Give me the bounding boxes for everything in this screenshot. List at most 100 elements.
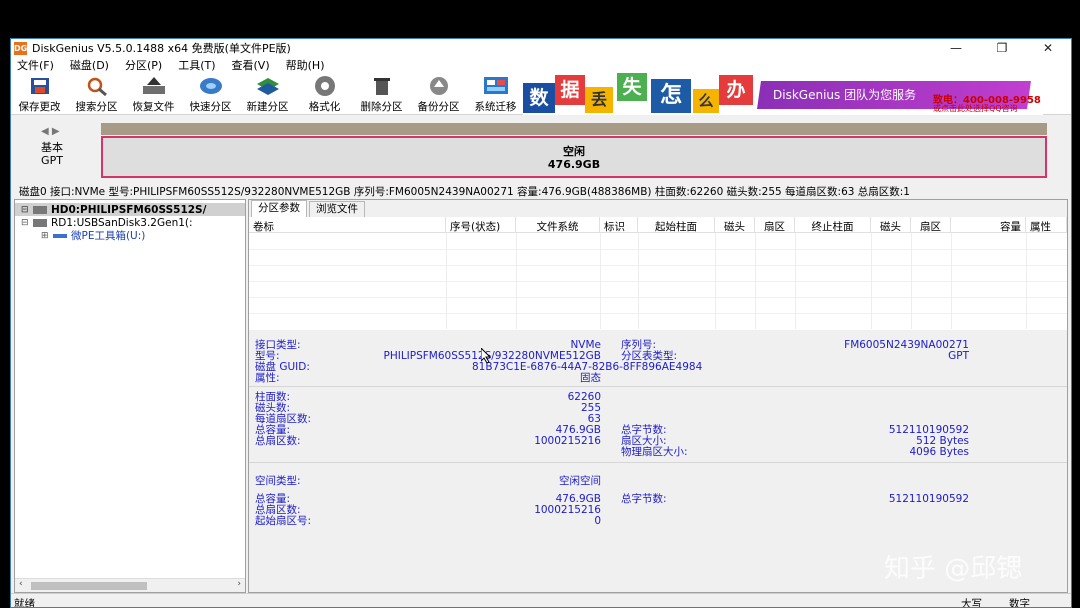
- free-space-label: 空闲: [563, 145, 585, 158]
- format-button[interactable]: 格式化: [296, 73, 353, 114]
- param-free-bytes-label: 总字节数:: [621, 493, 667, 505]
- disk-tree: ⊟ HD0:PHILIPSFM60SS512S/ ⊟ RD1:USBSanDis…: [14, 199, 246, 593]
- tool-label: 备份分区: [417, 101, 460, 113]
- disk-icon: [33, 218, 47, 227]
- tool-label: 删除分区: [360, 101, 403, 113]
- disk-type-info: 基本 GPT: [41, 141, 63, 167]
- param-heads-value: 255: [580, 402, 601, 414]
- recover-files-button[interactable]: 恢复文件: [125, 73, 182, 114]
- expand-icon[interactable]: ⊞: [41, 231, 53, 241]
- caps-lock-indicator: 大写: [961, 598, 982, 608]
- promo-banner[interactable]: 数 据 丢 失 怎 么 办 DiskGenius 团队为您服务 致电：400-0…: [523, 73, 1043, 115]
- delete-partition-button[interactable]: 删除分区: [353, 73, 410, 114]
- param-start-sector-value: 0: [594, 515, 601, 527]
- disk-type: 基本: [41, 141, 63, 154]
- minimize-button[interactable]: —: [933, 39, 979, 57]
- col-filesystem[interactable]: 文件系统: [516, 217, 600, 232]
- col-attributes[interactable]: 属性: [1026, 217, 1067, 232]
- window-title: DiskGenius V5.5.0.1488 x64 免费版(单文件PE版): [32, 42, 291, 55]
- menu-help[interactable]: 帮助(H): [286, 57, 325, 73]
- save-changes-button[interactable]: 保存更改: [11, 73, 68, 114]
- banner-slogan: DiskGenius 团队为您服务: [773, 88, 917, 102]
- col-capacity[interactable]: 容量: [951, 217, 1026, 232]
- col-index-status[interactable]: 序号(状态): [446, 217, 516, 232]
- backup-icon: [426, 75, 452, 97]
- tree-horizontal-scrollbar[interactable]: ‹ ›: [15, 578, 245, 592]
- scroll-left-icon[interactable]: ‹: [19, 579, 23, 589]
- tool-label: 快速分区: [189, 101, 232, 113]
- menu-disk[interactable]: 磁盘(D): [70, 57, 109, 73]
- partition-icon: [53, 233, 67, 238]
- new-partition-button[interactable]: 新建分区: [239, 73, 296, 114]
- disk-nav-arrows[interactable]: ◀ ▶: [41, 126, 60, 137]
- tree-item-hd0[interactable]: ⊟ HD0:PHILIPSFM60SS512S/: [15, 203, 245, 216]
- col-id[interactable]: 标识: [600, 217, 638, 232]
- disk-info-line: 磁盘0 接口:NVMe 型号:PHILIPSFM60SS512S/932280N…: [11, 184, 1071, 198]
- scroll-thumb[interactable]: [31, 582, 147, 590]
- tool-label: 格式化: [308, 101, 341, 113]
- partition-table-type: GPT: [41, 154, 63, 167]
- col-end-sector[interactable]: 扇区: [911, 217, 951, 232]
- partition-table-body[interactable]: [249, 233, 1067, 329]
- banner-qq-link[interactable]: 或点击此处选择QQ咨询: [933, 103, 1018, 114]
- save-icon: [27, 75, 53, 97]
- param-attribute-label: 属性:: [255, 372, 280, 384]
- menu-bar: 文件(F) 磁盘(D) 分区(P) 工具(T) 查看(V) 帮助(H): [11, 57, 1071, 73]
- param-free-sectors-value: 1000215216: [534, 504, 601, 516]
- param-start-sector-label: 起始扇区号:: [255, 515, 312, 527]
- toolbar: 保存更改 搜索分区 恢复文件 快速分区 新建分区 格式化 删除分区 备份分区 系…: [11, 73, 1071, 115]
- menu-file[interactable]: 文件(F): [17, 57, 54, 73]
- menu-view[interactable]: 查看(V): [232, 57, 270, 73]
- menu-tools[interactable]: 工具(T): [178, 57, 215, 73]
- new-partition-icon: [255, 75, 281, 97]
- col-volume-label[interactable]: 卷标: [249, 217, 446, 232]
- delete-icon: [369, 75, 395, 97]
- banner-tile: 么: [693, 89, 719, 113]
- close-button[interactable]: ✕: [1025, 39, 1071, 57]
- free-space-block[interactable]: 空闲 476.9GB: [101, 136, 1047, 178]
- tree-item-label: 微PE工具箱(U:): [71, 230, 146, 242]
- param-space-type-label: 空间类型:: [255, 475, 301, 487]
- param-total-sectors-value: 1000215216: [534, 435, 601, 447]
- collapse-icon[interactable]: ⊟: [21, 218, 33, 228]
- diskgenius-window: DG DiskGenius V5.5.0.1488 x64 免费版(单文件PE版…: [10, 38, 1072, 608]
- tab-partition-params[interactable]: 分区参数: [251, 200, 307, 217]
- col-start-sector[interactable]: 扇区: [755, 217, 795, 232]
- tree-item-label: RD1:USBSanDisk3.2Gen1(:: [51, 216, 193, 229]
- scroll-right-icon[interactable]: ›: [237, 579, 241, 589]
- tab-bar: 分区参数 浏览文件: [249, 200, 1067, 217]
- param-serial-value: FM6005N2439NA00271: [844, 339, 969, 351]
- col-end-cylinder[interactable]: 终止柱面: [795, 217, 871, 232]
- tree-item-usb-partition[interactable]: ⊞ 微PE工具箱(U:): [15, 229, 245, 242]
- banner-tile: 怎: [651, 79, 691, 113]
- tree-item-rd1[interactable]: ⊟ RD1:USBSanDisk3.2Gen1(:: [15, 216, 245, 229]
- param-attribute-value: 固态: [580, 372, 601, 384]
- col-start-cylinder[interactable]: 起始柱面: [638, 217, 715, 232]
- maximize-button[interactable]: ❐: [979, 39, 1025, 57]
- system-migration-button[interactable]: 系统迁移: [467, 73, 524, 114]
- disk-capacity-strip: [101, 123, 1047, 135]
- num-lock-indicator: 数字: [1009, 598, 1030, 608]
- tool-label: 新建分区: [246, 101, 289, 113]
- quick-partition-button[interactable]: 快速分区: [182, 73, 239, 114]
- search-partition-button[interactable]: 搜索分区: [68, 73, 125, 114]
- menu-partition[interactable]: 分区(P): [125, 57, 162, 73]
- param-physical-sector-label: 物理扇区大小:: [621, 446, 688, 458]
- param-free-bytes-value: 512110190592: [888, 493, 969, 505]
- collapse-icon[interactable]: ⊟: [21, 205, 33, 215]
- col-end-head[interactable]: 磁头: [871, 217, 911, 232]
- migrate-icon: [483, 75, 509, 97]
- format-icon: [312, 75, 338, 97]
- disk-map-area: ◀ ▶ 基本 GPT 空闲 476.9GB: [11, 121, 1071, 183]
- status-text: 就绪: [14, 598, 35, 608]
- tab-browse-files[interactable]: 浏览文件: [309, 201, 365, 217]
- disk-icon: [33, 205, 47, 214]
- col-start-head[interactable]: 磁头: [715, 217, 755, 232]
- banner-tile: 据: [555, 75, 585, 105]
- tool-label: 系统迁移: [474, 101, 517, 113]
- param-total-sectors-label: 总扇区数:: [255, 435, 301, 447]
- title-bar: DG DiskGenius V5.5.0.1488 x64 免费版(单文件PE版…: [11, 39, 1071, 57]
- backup-partition-button[interactable]: 备份分区: [410, 73, 467, 114]
- banner-tile: 办: [719, 75, 753, 105]
- banner-tile: 数: [523, 83, 555, 113]
